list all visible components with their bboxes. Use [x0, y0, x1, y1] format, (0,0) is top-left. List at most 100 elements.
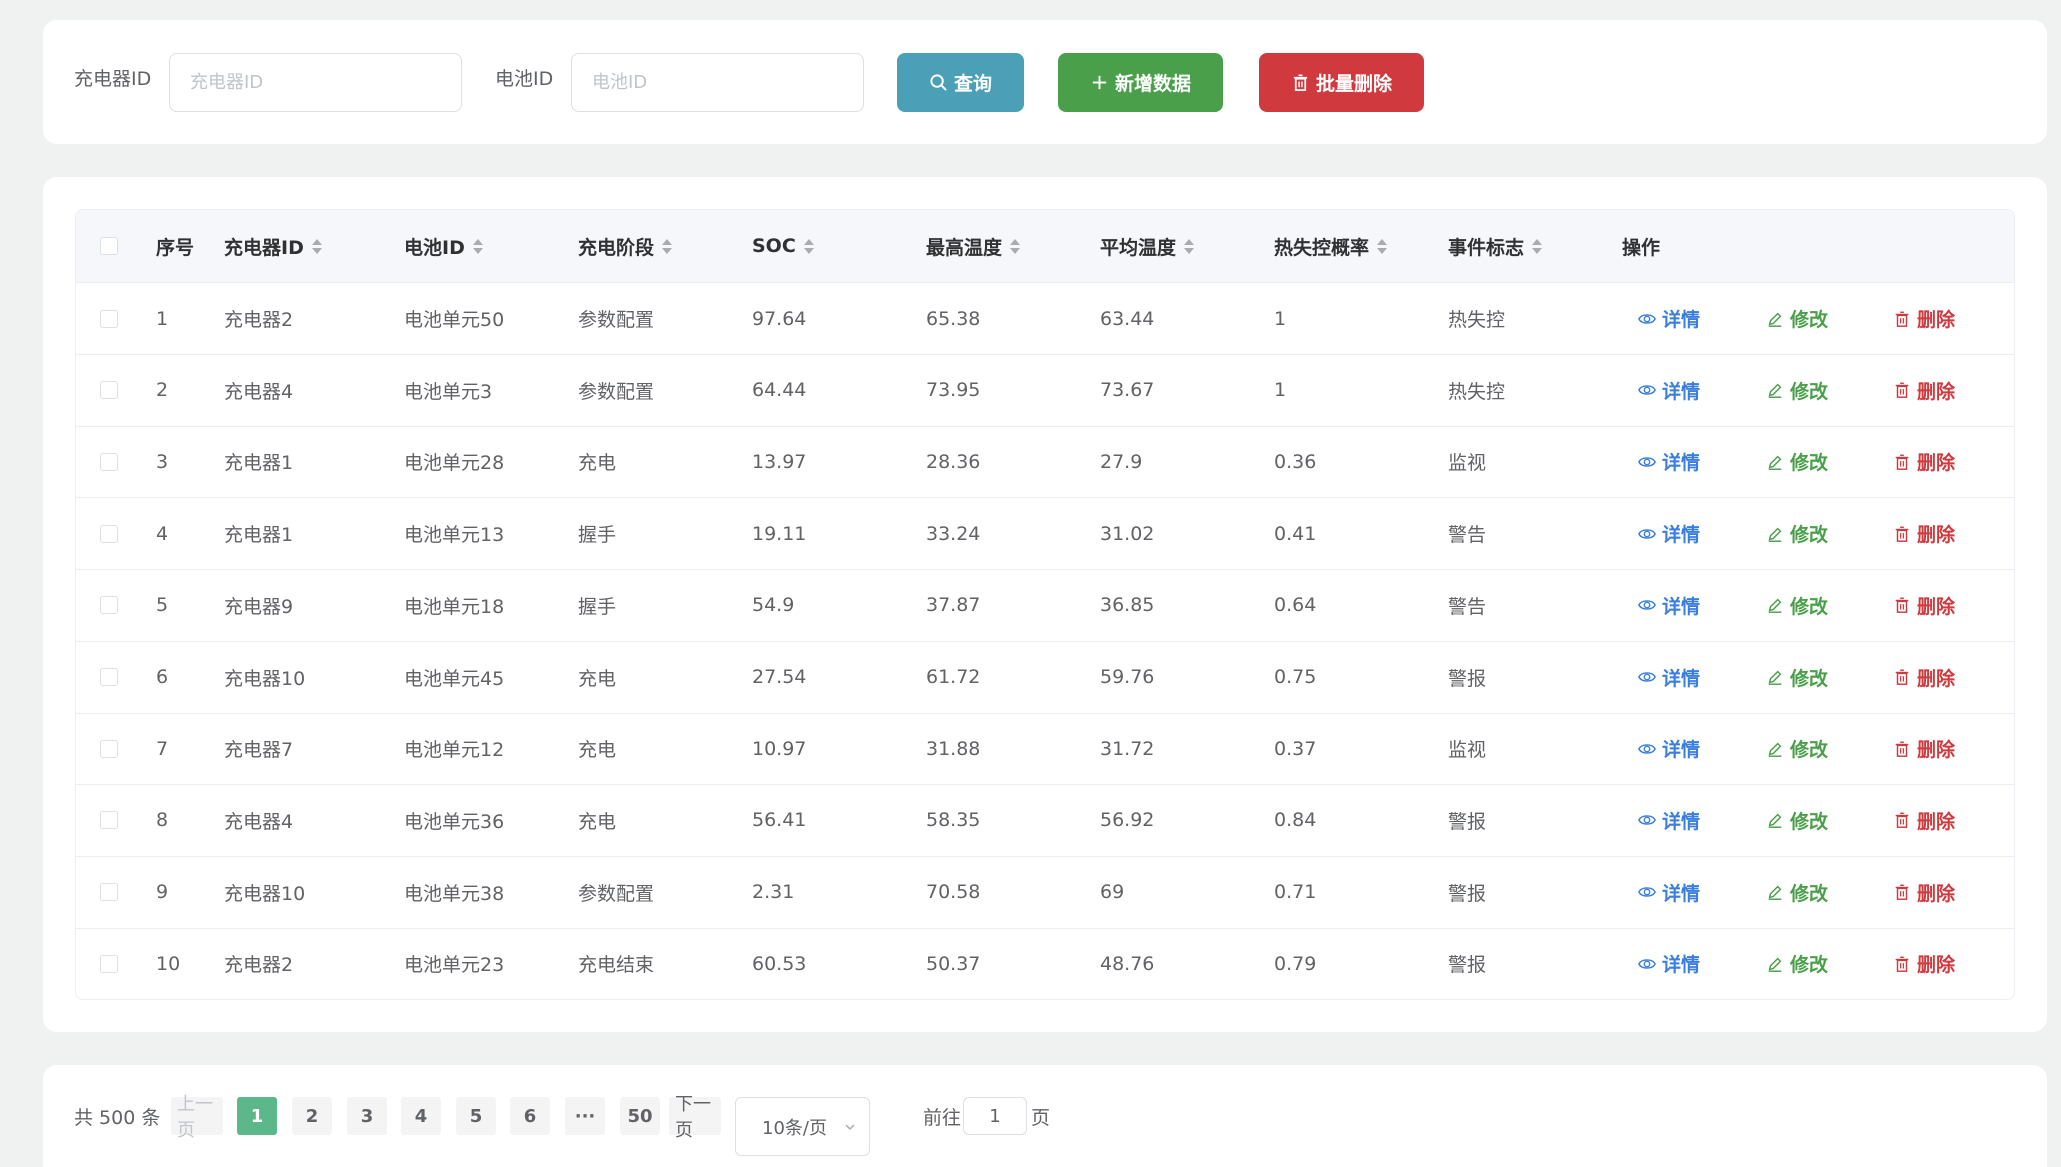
batch-delete-button[interactable]: 批量删除 [1259, 53, 1424, 112]
sort-icon[interactable] [1184, 238, 1195, 254]
row-checkbox-cell [100, 857, 118, 928]
edit-button[interactable]: 修改 [1766, 570, 1828, 641]
row-checkbox[interactable] [100, 524, 118, 543]
delete-button[interactable]: 删除 [1893, 928, 1955, 999]
header-event-flag[interactable]: 事件标志 [1448, 210, 1543, 282]
row-checkbox[interactable] [100, 381, 118, 400]
row-checkbox[interactable] [100, 309, 118, 328]
delete-button[interactable]: 删除 [1893, 570, 1955, 641]
cell-event-flag: 警报 [1448, 667, 1487, 690]
header-charge-stage[interactable]: 充电阶段 [578, 210, 673, 282]
row-checkbox[interactable] [100, 739, 118, 758]
row-checkbox[interactable] [100, 596, 118, 615]
cell-index: 7 [156, 737, 169, 760]
header-thermal-runaway-prob[interactable]: 热失控概率 [1274, 210, 1388, 282]
detail-button-label: 详情 [1662, 595, 1701, 618]
edit-button[interactable]: 修改 [1766, 426, 1828, 497]
row-checkbox[interactable] [100, 668, 118, 686]
delete-button[interactable]: 删除 [1893, 283, 1955, 354]
page-button[interactable]: 50 [620, 1097, 660, 1135]
row-checkbox[interactable] [100, 811, 118, 830]
delete-button[interactable]: 删除 [1893, 355, 1955, 426]
sort-icon[interactable] [1010, 238, 1021, 254]
cell-soc: 27.54 [752, 666, 807, 688]
charger-id-input[interactable] [169, 53, 462, 112]
delete-button[interactable]: 删除 [1893, 857, 1955, 928]
header-max-temp[interactable]: 最高温度 [926, 210, 1021, 282]
prev-page-button[interactable]: 上一页 [171, 1094, 223, 1141]
page-button[interactable]: 5 [456, 1097, 496, 1135]
header-soc[interactable]: SOC [752, 210, 814, 282]
sort-icon[interactable] [1532, 238, 1543, 254]
cell-event-flag: 警告 [1448, 595, 1487, 618]
row-checkbox-cell [100, 785, 118, 856]
sort-icon[interactable] [662, 238, 673, 254]
page-button[interactable]: 6 [510, 1097, 550, 1135]
edit-icon [1768, 670, 1782, 685]
page-ellipsis-button[interactable]: ··· [565, 1097, 605, 1135]
table-row: 8 充电器4 电池单元36 充电 56.41 58.35 56.92 0.84 警报 详情 修改 删除 [76, 785, 2014, 857]
sort-icon[interactable] [803, 238, 814, 254]
detail-button[interactable]: 详情 [1638, 570, 1700, 641]
cell-thermal-runaway-prob: 0.71 [1274, 881, 1317, 904]
page-button[interactable]: 3 [347, 1097, 387, 1135]
detail-button[interactable]: 详情 [1638, 642, 1700, 713]
header-label: 操作 [1622, 236, 1661, 259]
select-all-checkbox[interactable] [100, 237, 118, 255]
edit-button[interactable]: 修改 [1766, 355, 1828, 426]
detail-button[interactable]: 详情 [1638, 283, 1700, 354]
edit-button[interactable]: 修改 [1766, 928, 1828, 999]
delete-button-label: 删除 [1917, 595, 1956, 618]
edit-button[interactable]: 修改 [1766, 642, 1828, 713]
trash-icon [1293, 74, 1308, 91]
row-checkbox[interactable] [100, 452, 118, 471]
page-button[interactable]: 1 [237, 1097, 277, 1135]
header-battery-id[interactable]: 电池ID [404, 210, 483, 282]
detail-button[interactable]: 详情 [1638, 426, 1700, 497]
goto-page-input[interactable] [963, 1097, 1027, 1135]
detail-button[interactable]: 详情 [1638, 928, 1700, 999]
cell-thermal-runaway-prob: 1 [1274, 307, 1287, 330]
edit-button[interactable]: 修改 [1766, 713, 1828, 784]
sort-icon[interactable] [472, 238, 483, 254]
detail-button[interactable]: 详情 [1638, 857, 1700, 928]
edit-button-label: 修改 [1790, 954, 1829, 977]
delete-button[interactable]: 删除 [1893, 785, 1955, 856]
cell-max-temp: 28.36 [926, 450, 981, 473]
edit-button[interactable]: 修改 [1766, 283, 1828, 354]
cell-max-temp: 33.24 [926, 522, 981, 545]
cell-avg-temp: 59.76 [1100, 666, 1155, 688]
detail-button[interactable]: 详情 [1638, 713, 1700, 784]
page-size-select[interactable]: 10条/页 [735, 1097, 870, 1156]
page-button[interactable]: 2 [292, 1097, 332, 1135]
page-size-value: 10条/页 [762, 1117, 827, 1139]
header-avg-temp[interactable]: 平均温度 [1100, 210, 1195, 282]
delete-button[interactable]: 删除 [1893, 426, 1955, 497]
edit-button[interactable]: 修改 [1766, 498, 1828, 569]
cell-thermal-runaway-prob: 0.64 [1274, 594, 1317, 617]
row-checkbox[interactable] [100, 883, 118, 902]
table-row: 6 充电器10 电池单元45 充电 27.54 61.72 59.76 0.75 警报 详情 修改 删… [76, 642, 2014, 714]
cell-thermal-runaway-prob: 0.37 [1274, 737, 1317, 760]
query-button[interactable]: 查询 [897, 53, 1024, 112]
detail-button[interactable]: 详情 [1638, 785, 1700, 856]
edit-button[interactable]: 修改 [1766, 785, 1828, 856]
delete-button[interactable]: 删除 [1893, 713, 1955, 784]
edit-icon [1768, 383, 1782, 399]
page-button[interactable]: 4 [401, 1097, 441, 1135]
battery-id-input[interactable] [571, 53, 864, 112]
detail-button[interactable]: 详情 [1638, 355, 1700, 426]
delete-button[interactable]: 删除 [1893, 498, 1955, 569]
sort-icon[interactable] [1377, 238, 1388, 254]
sort-icon[interactable] [311, 238, 322, 254]
header-charger-id[interactable]: 充电器ID [224, 210, 322, 282]
search-panel: 充电器ID 电池ID 查询 新增数据 批量删除 [43, 20, 2047, 144]
detail-button[interactable]: 详情 [1638, 498, 1700, 569]
row-checkbox[interactable] [100, 954, 118, 973]
cell-charge-stage: 充电 [578, 739, 617, 762]
next-page-button[interactable]: 下一页 [669, 1094, 721, 1141]
trash-icon [1895, 669, 1909, 685]
delete-button[interactable]: 删除 [1893, 642, 1955, 713]
edit-button[interactable]: 修改 [1766, 857, 1828, 928]
add-data-button[interactable]: 新增数据 [1058, 53, 1223, 112]
